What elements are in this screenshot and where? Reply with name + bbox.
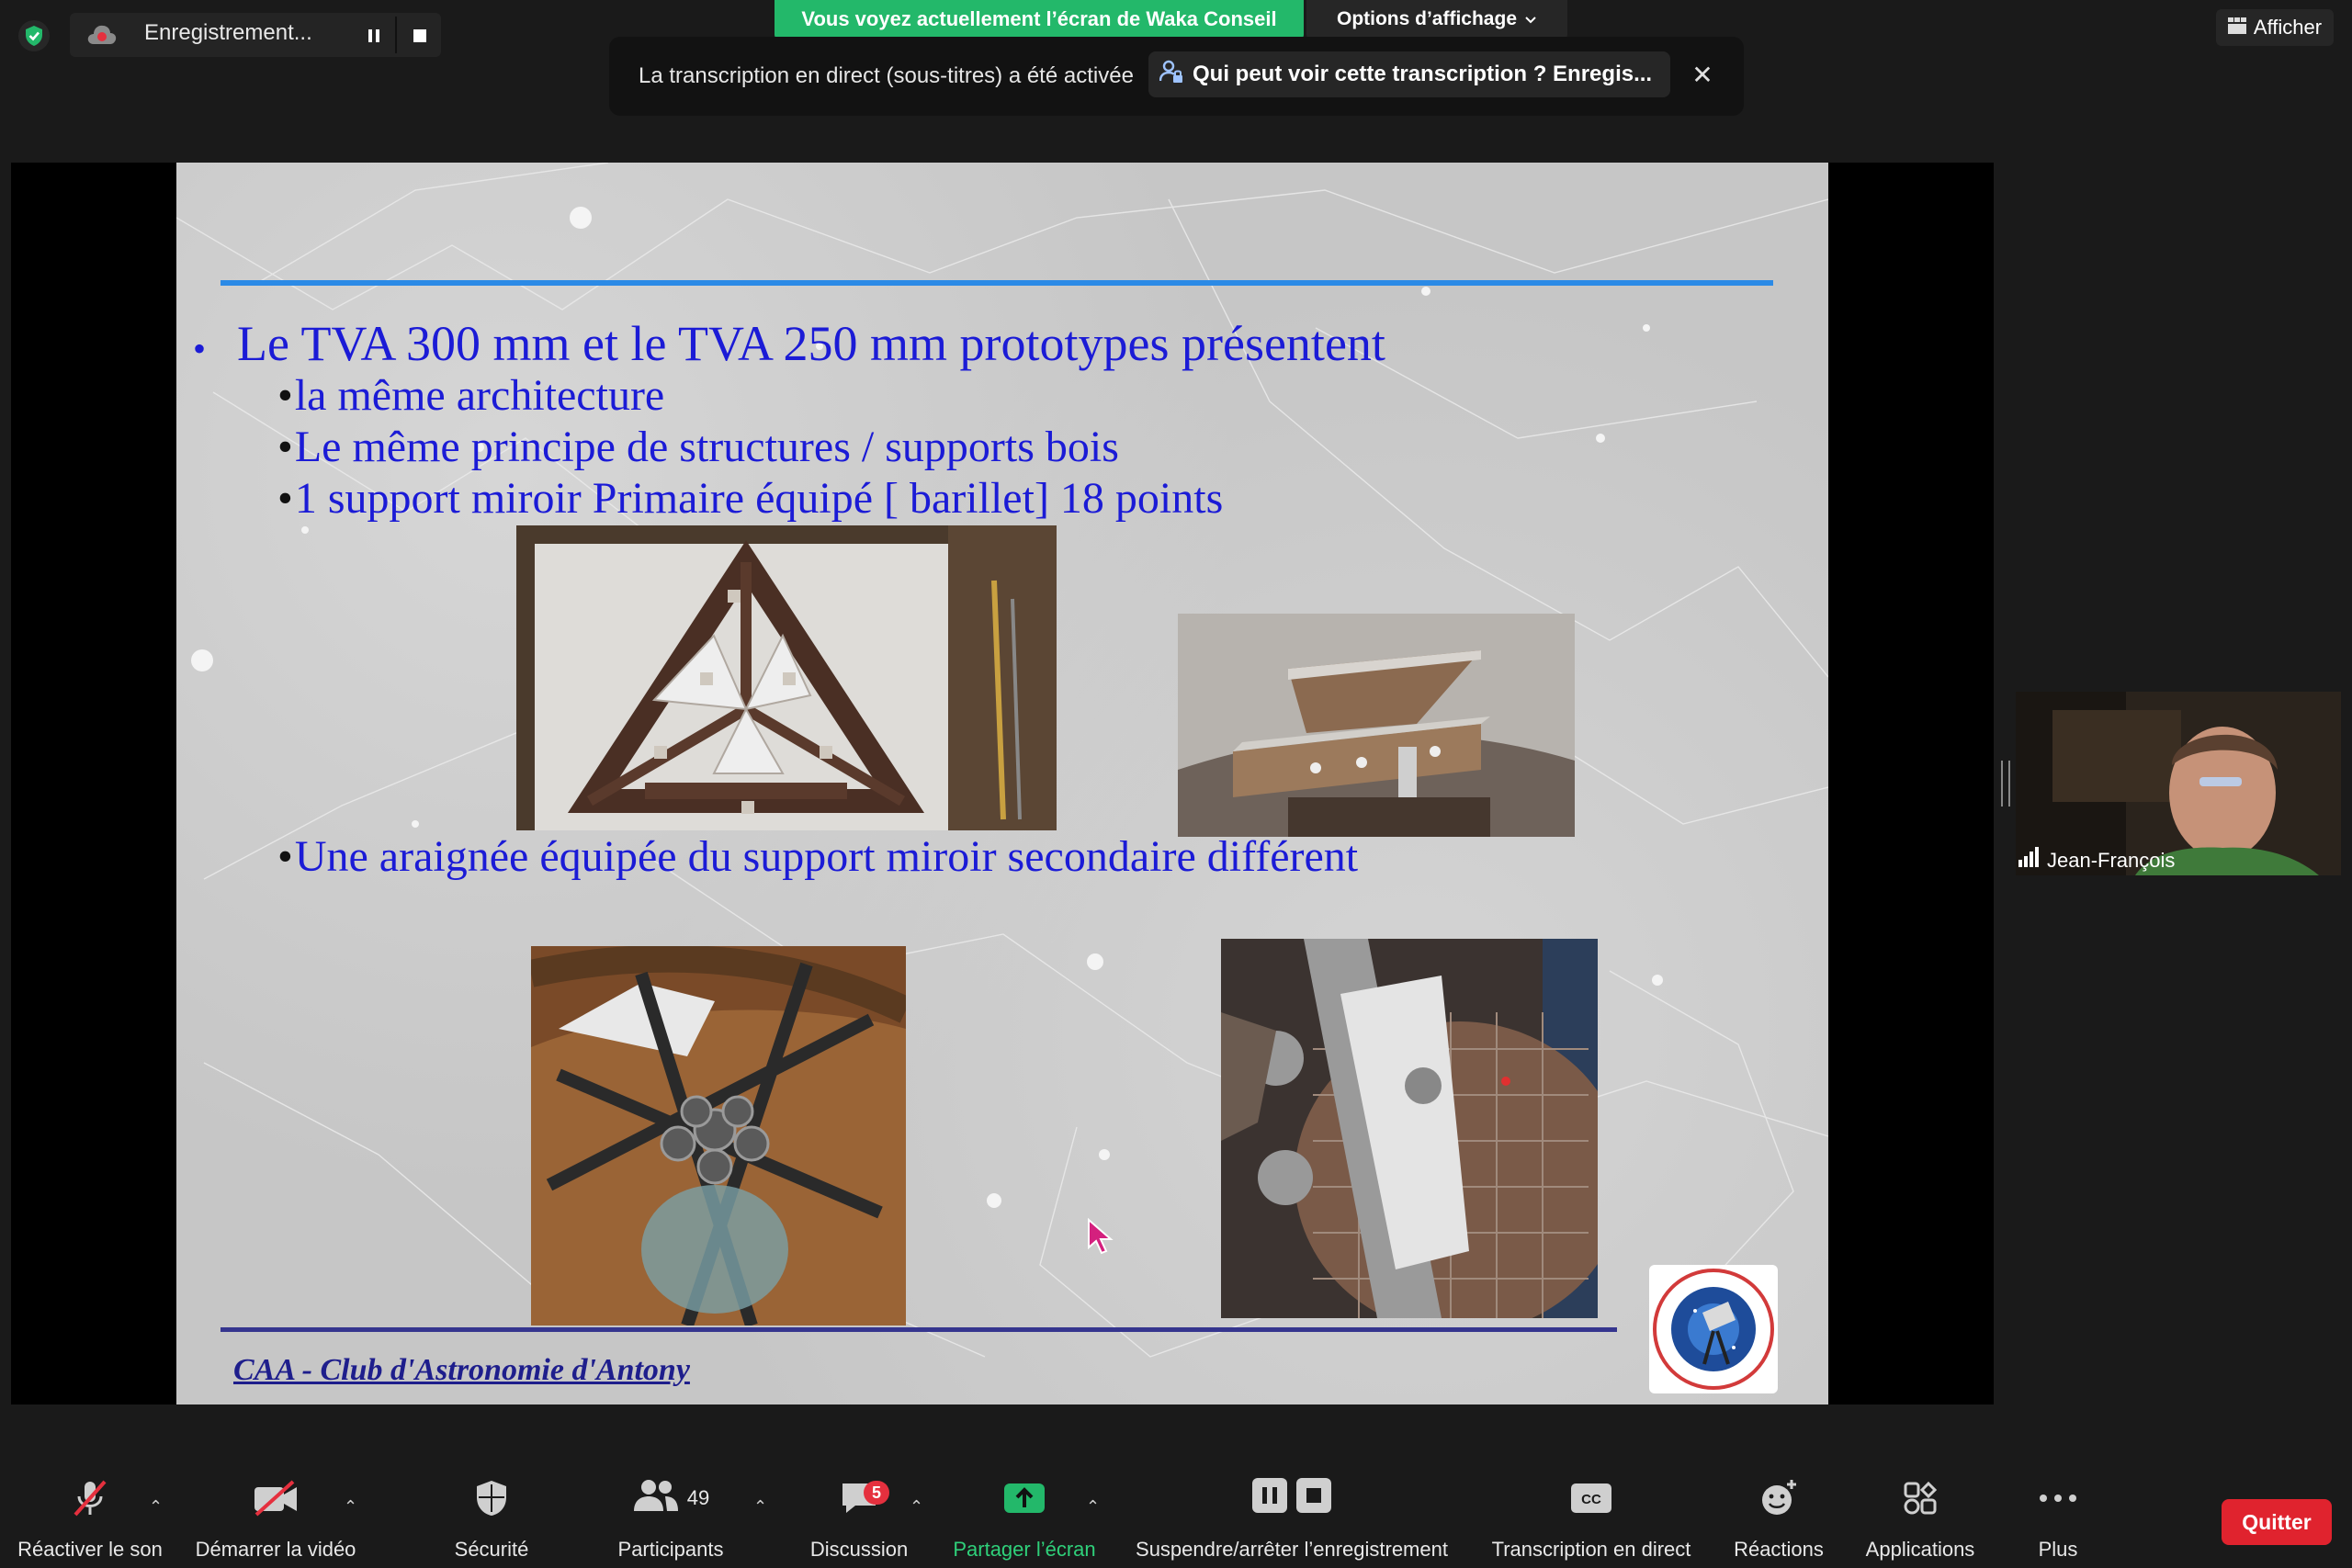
share-screen-label: Partager l’écran xyxy=(953,1538,1096,1561)
club-logo xyxy=(1649,1265,1778,1393)
stop-recording-button[interactable] xyxy=(406,22,434,50)
share-screen-icon xyxy=(946,1477,1102,1519)
slide-sub-bullet-text: Une araignée équipée du support miroir s… xyxy=(294,832,1359,881)
view-options-label: Options d’affichage xyxy=(1336,8,1517,29)
apps-icon xyxy=(1856,1477,1984,1519)
start-video-button[interactable]: Démarrer la vidéo xyxy=(184,1477,368,1562)
participants-label: Participants xyxy=(617,1538,724,1561)
presentation-slide: • Le TVA 300 mm et le TVA 250 mm prototyp… xyxy=(176,163,1828,1404)
slide-sub-bullet: •Le même principe de structures / suppor… xyxy=(277,423,1119,471)
chat-button[interactable]: Discussion xyxy=(799,1477,919,1562)
close-icon[interactable]: ✕ xyxy=(1689,61,1716,89)
slide-footer: CAA - Club d'Astronomie d'Antony xyxy=(233,1353,690,1387)
reactions-button[interactable]: Réactions xyxy=(1724,1477,1834,1562)
share-screen-button[interactable]: Partager l’écran xyxy=(946,1477,1102,1562)
chat-options-caret-icon[interactable]: ⌃ xyxy=(910,1497,923,1517)
security-button[interactable]: Sécurité xyxy=(432,1477,551,1562)
pause-recording-button[interactable] xyxy=(360,22,388,50)
chat-unread-badge: 5 xyxy=(864,1481,889,1505)
chevron-down-icon xyxy=(1524,8,1537,30)
participants-button[interactable]: 49 Participants xyxy=(606,1477,735,1562)
slide-top-rule xyxy=(220,280,1773,286)
sharing-banner: Vous voyez actuellement l’écran de Waka … xyxy=(775,0,1304,39)
slide-sub-bullet: •1 support miroir Primaire équipé [ bari… xyxy=(277,474,1224,523)
stop-icon xyxy=(1296,1478,1331,1518)
security-label: Sécurité xyxy=(454,1538,529,1561)
show-view-button[interactable]: Afficher xyxy=(2216,9,2334,46)
chat-label: Discussion xyxy=(809,1538,909,1561)
smiley-plus-icon xyxy=(1724,1477,1834,1519)
participant-name: Jean-François xyxy=(2047,849,2176,872)
person-lock-icon xyxy=(1159,60,1183,90)
pause-icon xyxy=(1252,1478,1287,1518)
muted-microphone-icon xyxy=(11,1477,169,1519)
video-options-caret-icon[interactable]: ⌃ xyxy=(344,1497,357,1517)
live-transcript-button[interactable]: CC Transcription en direct xyxy=(1481,1477,1702,1562)
chat-bubble-icon xyxy=(799,1477,919,1519)
recording-controls-icons xyxy=(1126,1477,1457,1519)
audio-options-caret-icon[interactable]: ⌃ xyxy=(149,1497,163,1517)
share-options-caret-icon[interactable]: ⌃ xyxy=(1086,1497,1100,1517)
transcription-visibility-link[interactable]: Qui peut voir cette transcription ? Enre… xyxy=(1148,51,1671,97)
apps-button[interactable]: Applications xyxy=(1856,1477,1984,1562)
participants-icon-group: 49 xyxy=(606,1477,735,1519)
grid-view-icon xyxy=(2227,16,2246,39)
pause-stop-recording-button[interactable]: Suspendre/arrêter l’enregistrement xyxy=(1126,1477,1457,1562)
transcription-visibility-text: Qui peut voir cette transcription ? Enre… xyxy=(1193,62,1653,86)
security-shield-icon[interactable] xyxy=(18,20,50,51)
more-button[interactable]: Plus xyxy=(2021,1477,2095,1562)
reactions-label: Réactions xyxy=(1734,1538,1824,1561)
photo-wood-support xyxy=(1178,614,1575,837)
slide-sub-bullet-text: Le même principe de structures / support… xyxy=(294,423,1119,471)
slide-sub-bullet: •la même architecture xyxy=(277,371,665,420)
participants-options-caret-icon[interactable]: ⌃ xyxy=(753,1497,767,1517)
slide-sub-bullet-text: 1 support miroir Primaire équipé [ baril… xyxy=(294,474,1224,523)
slide-bottom-rule xyxy=(220,1327,1617,1332)
photo-spider xyxy=(531,946,906,1325)
start-video-label: Démarrer la vidéo xyxy=(195,1538,356,1561)
divider xyxy=(395,17,397,53)
live-transcript-label: Transcription en direct xyxy=(1491,1538,1691,1561)
more-label: Plus xyxy=(2038,1538,2078,1561)
slide-main-bullet: • Le TVA 300 mm et le TVA 250 mm prototyp… xyxy=(193,316,1385,371)
people-icon xyxy=(632,1478,680,1518)
slide-main-bullet-text: Le TVA 300 mm et le TVA 250 mm prototype… xyxy=(237,316,1385,371)
recording-label: Enregistrement... xyxy=(144,20,312,45)
shield-icon xyxy=(432,1477,551,1519)
show-view-label: Afficher xyxy=(2253,16,2323,39)
participant-count: 49 xyxy=(686,1486,710,1509)
slide-sub-bullet: •Une araignée équipée du support miroir … xyxy=(277,832,1359,881)
resize-handle[interactable] xyxy=(2001,761,2010,807)
photo-mirror-cell xyxy=(516,525,1057,830)
video-off-icon xyxy=(184,1477,368,1519)
pause-stop-recording-label: Suspendre/arrêter l’enregistrement xyxy=(1136,1538,1448,1561)
slide-sub-bullet-text: la même architecture xyxy=(294,371,665,420)
transcription-notice-text: La transcription en direct (sous-titres)… xyxy=(639,63,1134,88)
view-options-dropdown[interactable]: Options d’affichage xyxy=(1306,0,1567,39)
photo-secondary-support xyxy=(1221,939,1598,1318)
cloud-recording-icon xyxy=(86,20,118,50)
svg-text:CC: CC xyxy=(1581,1492,1601,1507)
unmute-button[interactable]: Réactiver le son xyxy=(11,1477,169,1562)
mouse-cursor-icon xyxy=(1087,1217,1114,1259)
apps-label: Applications xyxy=(1865,1538,1975,1561)
participant-name-label: Jean-François xyxy=(2018,847,2175,873)
quit-button[interactable]: Quitter xyxy=(2222,1499,2332,1545)
signal-strength-icon xyxy=(2018,847,2040,873)
unmute-label: Réactiver le son xyxy=(17,1538,163,1561)
closed-captions-icon: CC xyxy=(1481,1477,1702,1519)
more-dots-icon xyxy=(2021,1477,2095,1519)
